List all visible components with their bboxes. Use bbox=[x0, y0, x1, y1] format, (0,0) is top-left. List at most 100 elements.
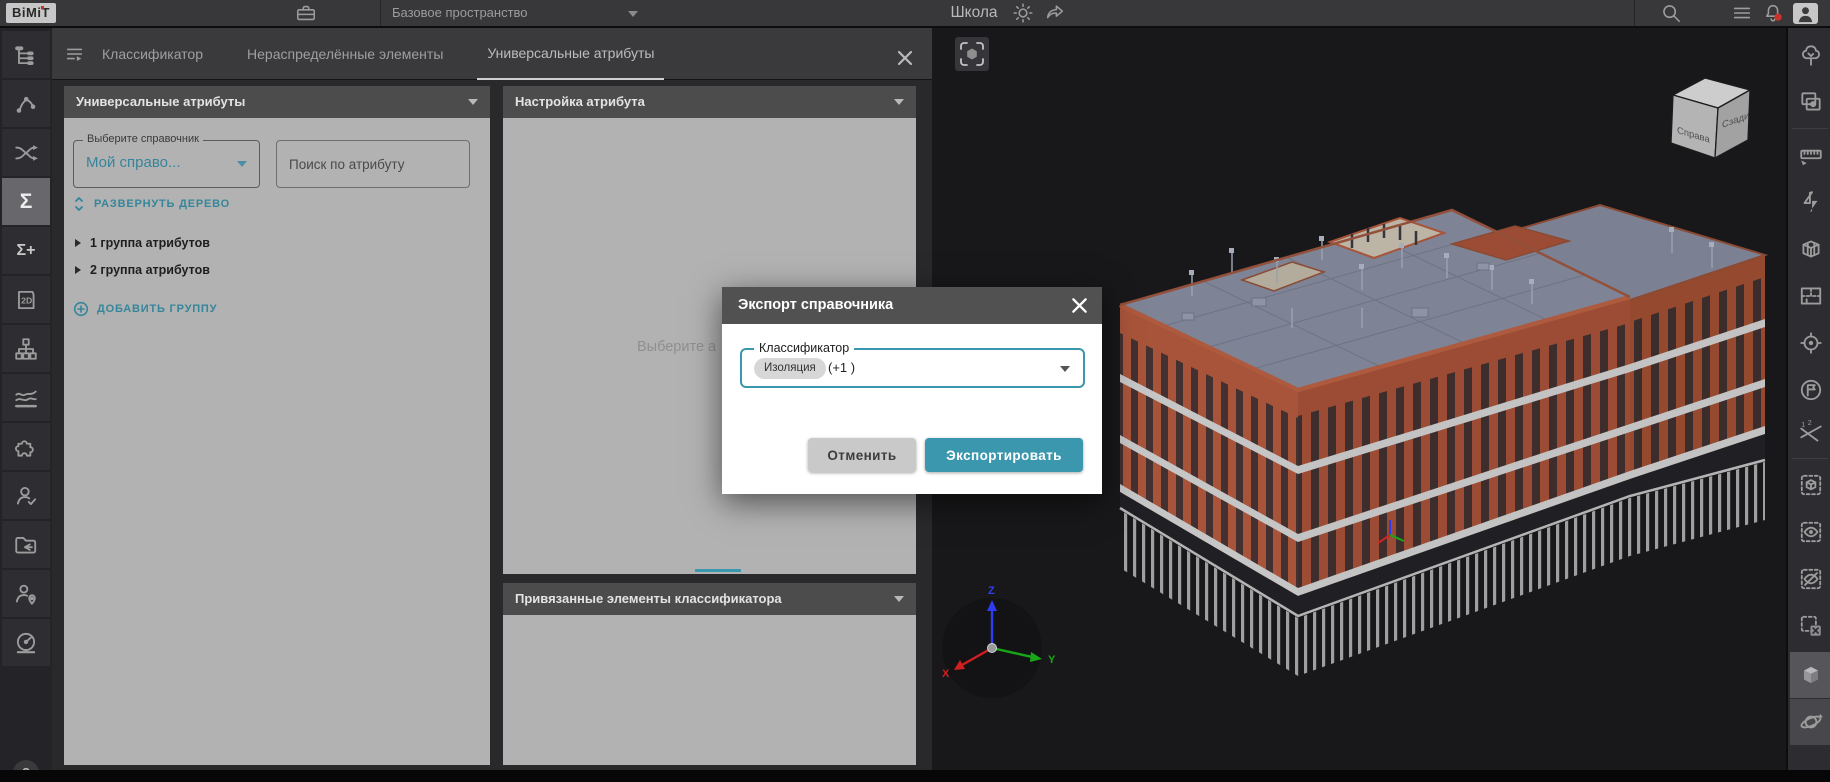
reference-select-label: Выберите справочник bbox=[83, 133, 203, 145]
shuffle-icon bbox=[13, 140, 39, 166]
axis-z-label: Z bbox=[988, 585, 995, 597]
toolbar-separator bbox=[1792, 128, 1828, 129]
attribute-search-input[interactable] bbox=[276, 140, 470, 188]
tool-selection-sets[interactable] bbox=[1790, 79, 1830, 125]
linked-elements-panel-header[interactable]: Привязанные элементы классификатора bbox=[503, 583, 916, 615]
tool-connections[interactable] bbox=[2, 80, 50, 127]
axes-12-icon: 1 2 bbox=[1798, 420, 1824, 446]
tool-hide[interactable] bbox=[1790, 556, 1830, 602]
attribute-group-row[interactable]: 2 группа атрибутов bbox=[75, 263, 210, 277]
nav-cube[interactable]: Справа Сзади bbox=[1671, 78, 1750, 158]
topbar-separator-right bbox=[1634, 0, 1635, 26]
workspace-caret-icon[interactable] bbox=[628, 11, 638, 17]
bottom-status-strip bbox=[0, 770, 1830, 782]
tool-charts[interactable] bbox=[2, 374, 50, 421]
svg-text:2: 2 bbox=[1808, 420, 1812, 427]
classifier-chip[interactable]: Изоляция bbox=[754, 358, 826, 379]
expand-tree-button[interactable]: РАЗВЕРНУТЬ ДЕРЕВО bbox=[72, 196, 230, 212]
notifications-icon[interactable] bbox=[1762, 2, 1784, 24]
app-logo-text: BiMiT bbox=[12, 5, 50, 20]
axis-gizmo: Z X Y bbox=[942, 585, 1056, 698]
svg-text:2D: 2D bbox=[21, 295, 32, 305]
tool-export-folder[interactable] bbox=[2, 521, 50, 568]
tool-floorplan[interactable] bbox=[1790, 273, 1830, 319]
tool-show[interactable] bbox=[1790, 509, 1830, 555]
tool-isolate[interactable] bbox=[1790, 462, 1830, 508]
add-group-button[interactable]: ДОБАВИТЬ ГРУППУ bbox=[73, 301, 217, 317]
classifier-multiselect[interactable]: Классификатор Изоляция (+1 ) bbox=[740, 348, 1085, 388]
tool-user-check[interactable] bbox=[2, 472, 50, 519]
briefcase-icon[interactable] bbox=[295, 2, 317, 24]
user-icon[interactable] bbox=[1793, 3, 1818, 24]
tab-unallocated-elements[interactable]: Нераспределённые элементы bbox=[237, 28, 453, 80]
plugins-icon bbox=[13, 434, 39, 460]
tool-locate[interactable] bbox=[1790, 320, 1830, 366]
tab-classifier[interactable]: Классификатор bbox=[92, 28, 213, 80]
list-icon[interactable] bbox=[1731, 2, 1753, 24]
attribute-group-row[interactable]: 1 группа атрибутов bbox=[75, 236, 210, 250]
search-icon[interactable] bbox=[1660, 2, 1682, 24]
topbar-separator bbox=[380, 0, 381, 26]
tool-clear-selection[interactable] bbox=[1790, 603, 1830, 649]
collapse-caret-icon[interactable] bbox=[894, 596, 904, 602]
tool-shuffle[interactable] bbox=[2, 129, 50, 176]
tool-universal-attributes[interactable]: Σ bbox=[2, 178, 50, 225]
panel-menu-icon[interactable] bbox=[64, 43, 86, 65]
tree-expand-icon[interactable] bbox=[75, 239, 81, 247]
gear-icon[interactable] bbox=[1012, 2, 1034, 24]
tool-plugins[interactable] bbox=[2, 423, 50, 470]
export-reference-dialog: Экспорт справочника Классификатор Изоляц… bbox=[722, 287, 1102, 494]
tool-user-location[interactable] bbox=[2, 570, 50, 617]
charts-icon bbox=[13, 385, 39, 411]
axis-y-label: Y bbox=[1048, 654, 1056, 666]
left-toolbar: Σ Σ+ 2D bbox=[0, 28, 52, 770]
tool-add-attributes[interactable]: Σ+ bbox=[2, 227, 50, 274]
collapse-caret-icon[interactable] bbox=[468, 99, 478, 105]
right-toolbar: 1 2 bbox=[1786, 28, 1830, 770]
dialog-close-icon[interactable] bbox=[1070, 296, 1089, 315]
collapse-caret-icon[interactable] bbox=[894, 99, 904, 105]
tool-orbit[interactable] bbox=[1790, 699, 1830, 745]
focus-selection-button[interactable] bbox=[955, 37, 989, 71]
dashboard-icon bbox=[13, 630, 39, 656]
universal-attributes-panel: Универсальные атрибуты Выберите справочн… bbox=[64, 86, 490, 765]
tool-shaded-view[interactable] bbox=[1790, 652, 1830, 698]
show-eye-icon bbox=[1798, 519, 1824, 545]
universal-attributes-panel-header[interactable]: Универсальные атрибуты bbox=[64, 86, 490, 118]
axis-x-label: X bbox=[942, 668, 950, 680]
reference-select-value: Мой справо... bbox=[86, 154, 181, 171]
tab-universal-attributes[interactable]: Универсальные атрибуты bbox=[477, 28, 664, 80]
tool-issues[interactable] bbox=[1790, 367, 1830, 413]
tool-2d-view[interactable]: 2D bbox=[2, 276, 50, 323]
tool-measure[interactable] bbox=[1790, 132, 1830, 178]
app-logo[interactable]: BiMiT bbox=[6, 3, 56, 23]
tool-section-box[interactable] bbox=[1790, 226, 1830, 272]
app-window: BiMiT Базовое пространство Школа bbox=[0, 0, 1830, 782]
dialog-header[interactable]: Экспорт справочника bbox=[722, 287, 1102, 324]
tab-bar: Классификатор Нераспределённые элементы … bbox=[52, 28, 932, 80]
cancel-button[interactable]: Отменить bbox=[808, 438, 916, 472]
tree-expand-icon[interactable] bbox=[75, 266, 81, 274]
tool-hierarchy[interactable] bbox=[2, 325, 50, 372]
user-check-icon bbox=[13, 483, 39, 509]
tool-dashboard[interactable] bbox=[2, 619, 50, 666]
locate-icon bbox=[1798, 330, 1824, 356]
scroll-indicator[interactable] bbox=[695, 569, 741, 572]
clear-selection-icon bbox=[1798, 613, 1824, 639]
tool-axes-grid[interactable]: 1 2 bbox=[1790, 410, 1830, 456]
tool-environment[interactable] bbox=[1790, 32, 1830, 78]
attribute-settings-panel-header[interactable]: Настройка атрибута bbox=[503, 86, 916, 118]
dialog-title: Экспорт справочника bbox=[738, 297, 893, 313]
linked-elements-panel: Привязанные элементы классификатора bbox=[503, 583, 916, 765]
reference-select-caret-icon[interactable] bbox=[237, 161, 247, 167]
share-icon[interactable] bbox=[1044, 2, 1066, 24]
shaded-cube-icon bbox=[1798, 662, 1824, 688]
tool-structure-tree[interactable] bbox=[2, 31, 50, 78]
classifier-select-caret-icon[interactable] bbox=[1060, 366, 1070, 372]
workspace-dropdown[interactable]: Базовое пространство bbox=[392, 0, 528, 26]
reference-select[interactable]: Выберите справочник Мой справо... bbox=[73, 140, 260, 188]
environment-tree-icon bbox=[1798, 42, 1824, 68]
close-panel-icon[interactable] bbox=[895, 48, 915, 68]
export-button[interactable]: Экспортировать bbox=[925, 438, 1083, 472]
tool-clash[interactable] bbox=[1790, 179, 1830, 225]
